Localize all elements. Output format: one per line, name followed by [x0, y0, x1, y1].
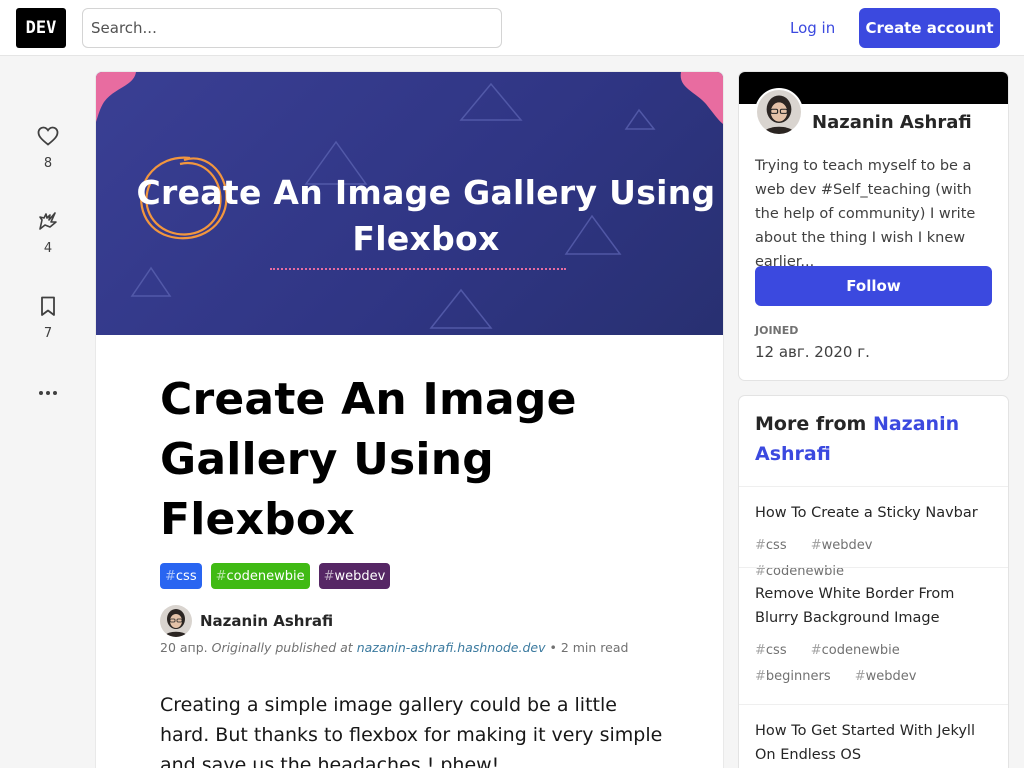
- originally-published-label: Originally published at: [211, 640, 353, 655]
- joined-date: 12 авг. 2020 г.: [755, 343, 870, 361]
- article-title: Create An Image Gallery Using Flexbox: [160, 374, 577, 545]
- read-time: 2 min read: [560, 640, 629, 655]
- profile-name[interactable]: Nazanin Ashrafi: [812, 112, 972, 133]
- bookmark-count: 7: [43, 326, 53, 341]
- author-name[interactable]: Nazanin Ashrafi: [200, 612, 333, 630]
- more-from-item-title: Remove White Border From Blurry Backgrou…: [755, 586, 955, 626]
- profile-bio: Trying to teach myself to be a web dev #…: [755, 158, 976, 270]
- more-from-item-title: How To Get Started With Jekyll On Endles…: [755, 723, 975, 763]
- more-from-item[interactable]: How To Get Started With Jekyll On Endles…: [739, 704, 1008, 767]
- cover-image: Create An Image Gallery Using Flexbox: [96, 72, 723, 335]
- article-body-paragraph: Creating a simple image gallery could be…: [160, 694, 663, 768]
- more-from-item-tags: #css #codenewbie #beginners #webdev: [755, 638, 992, 690]
- more-options-button[interactable]: [24, 382, 72, 406]
- tag-link[interactable]: #codenewbie: [811, 643, 910, 658]
- joined-label: Joined: [755, 324, 799, 337]
- original-url-link[interactable]: nazanin-ashrafi.hashnode.dev: [357, 640, 546, 655]
- tag-codenewbie[interactable]: # codenewbie: [210, 563, 310, 589]
- dev-logo[interactable]: DEV: [16, 8, 66, 48]
- follow-button[interactable]: Follow: [755, 266, 992, 306]
- tag-webdev[interactable]: # webdev: [318, 563, 391, 589]
- login-link[interactable]: Log in: [778, 8, 847, 48]
- post-meta: 20 апр. Originally published at nazanin-…: [160, 640, 628, 655]
- article-card: Create An Image Gallery Using Flexbox Cr…: [96, 72, 723, 768]
- avatar-image: [160, 605, 192, 637]
- author-profile-card: Nazanin Ashrafi Trying to teach myself t…: [739, 72, 1008, 380]
- tag-label: webdev: [334, 568, 386, 584]
- unicorn-button[interactable]: 4: [24, 209, 72, 256]
- tag-label: css: [175, 568, 197, 584]
- cover-title: Create An Image Gallery Using Flexbox: [136, 173, 716, 258]
- tag-label: codenewbie: [226, 568, 305, 584]
- tag-list: # css # codenewbie # webdev: [160, 563, 391, 589]
- like-button[interactable]: 8: [24, 124, 72, 171]
- bookmark-icon: [41, 296, 55, 316]
- tag-link[interactable]: #css: [755, 538, 797, 553]
- tag-link[interactable]: #webdev: [855, 669, 927, 684]
- top-header: DEV Log in Create account: [0, 0, 1024, 56]
- more-horizontal-icon: [39, 391, 57, 395]
- tag-link[interactable]: #css: [755, 643, 797, 658]
- profile-avatar[interactable]: [755, 88, 803, 136]
- meta-separator: •: [549, 640, 561, 655]
- more-from-heading: More from Nazanin Ashrafi: [755, 409, 995, 469]
- tag-link[interactable]: #webdev: [811, 538, 883, 553]
- bookmark-button[interactable]: 7: [24, 294, 72, 341]
- more-from-item[interactable]: Remove White Border From Blurry Backgrou…: [739, 567, 1008, 690]
- author-avatar[interactable]: [160, 605, 192, 637]
- more-from-card: More from Nazanin Ashrafi How To Create …: [739, 396, 1008, 768]
- unicorn-count: 4: [43, 241, 53, 256]
- author-row: Nazanin Ashrafi: [160, 605, 333, 637]
- cover-divider: [270, 268, 566, 270]
- post-date: 20 апр.: [160, 640, 208, 655]
- avatar-image: [757, 90, 801, 134]
- create-account-button[interactable]: Create account: [859, 8, 1000, 48]
- tag-link[interactable]: #beginners: [755, 669, 841, 684]
- search-input[interactable]: [82, 8, 502, 48]
- heart-icon: [37, 126, 59, 146]
- more-from-item-title: How To Create a Sticky Navbar: [755, 505, 978, 521]
- like-count: 8: [43, 156, 53, 171]
- unicorn-icon: [39, 212, 57, 230]
- tag-css[interactable]: # css: [160, 563, 202, 589]
- more-from-prefix: More from: [755, 413, 867, 435]
